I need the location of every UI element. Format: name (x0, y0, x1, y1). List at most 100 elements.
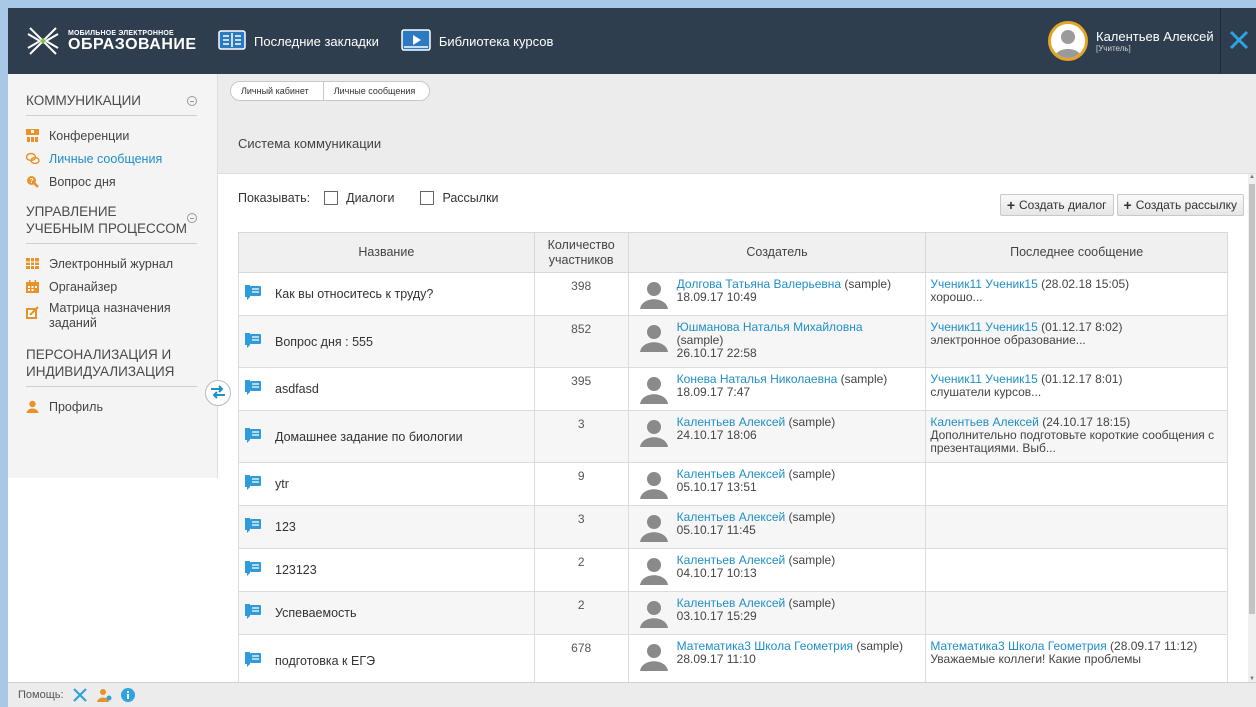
table-row[interactable]: Как вы относитесь к труду? 398 Долгова Т… (238, 272, 1228, 316)
mailings-checkbox-label[interactable]: Рассылки (442, 191, 498, 205)
creator-link[interactable]: Калентьев Алексей (677, 415, 786, 429)
last-message-text: слушатели курсов... (930, 385, 1042, 399)
conversation-name[interactable]: ytr (275, 477, 289, 491)
table-row[interactable]: Вопрос дня : 555 852 Юшманова Наталья Ми… (238, 315, 1228, 368)
dialogs-checkbox-label[interactable]: Диалоги (346, 191, 394, 205)
nav-bookmarks-label: Последние закладки (254, 33, 379, 49)
last-message-date: (24.10.17 18:15) (1038, 415, 1131, 429)
question-icon: ? (26, 175, 39, 188)
conversation-name[interactable]: Как вы относитесь к труду? (275, 287, 433, 301)
info-icon[interactable] (120, 687, 136, 703)
mailings-checkbox[interactable] (420, 191, 435, 205)
conversation-name[interactable]: 123123 (275, 563, 317, 577)
table-row[interactable]: 123 3 Калентьев Алексей (sample) 05.10.17… (238, 505, 1228, 549)
column-header-last-message[interactable]: Последнее сообщение (925, 232, 1228, 273)
conversation-name[interactable]: подготовка к ЕГЭ (275, 654, 375, 668)
sidebar-item-assignment-matrix[interactable]: Матрица назначения заданий (8, 298, 217, 336)
sidebar-item-label: Личные сообщения (49, 151, 163, 166)
creator-suffix: (sample) (785, 510, 836, 524)
sidebar-item-organizer[interactable]: Органайзер (8, 275, 217, 298)
participant-count: 398 (571, 279, 592, 293)
creator-link[interactable]: Долгова Татьяна Валерьевна (677, 277, 841, 291)
nav-course-library[interactable]: Библиотека курсов (401, 28, 553, 54)
breadcrumb-item-messages[interactable]: Личные сообщения (322, 81, 431, 101)
conversation-name[interactable]: Успеваемость (275, 606, 357, 620)
message-icon (245, 651, 261, 670)
column-header-creator[interactable]: Создатель (627, 232, 927, 273)
creator-link[interactable]: Математика3 Школа Геометрия (677, 639, 853, 653)
creator-suffix: (sample) (785, 415, 836, 429)
table-row[interactable]: 123123 2 Калентьев Алексей (sample) 04.10… (238, 548, 1228, 592)
created-date: 05.10.17 13:51 (676, 480, 757, 494)
participant-count: 678 (571, 641, 592, 655)
scrollbar-thumb[interactable] (1249, 184, 1255, 614)
plus-icon: + (1123, 197, 1132, 213)
close-button[interactable] (1220, 8, 1256, 74)
sidebar-item-messages[interactable]: Личные сообщения (8, 147, 217, 170)
sidebar-section-learning[interactable]: УПРАВЛЕНИЕ УЧЕБНЫМ ПРОЦЕССОМ (8, 203, 207, 237)
last-message-author[interactable]: Ученик11 Ученик15 (930, 277, 1037, 291)
creator-link[interactable]: Калентьев Алексей (677, 596, 786, 610)
sidebar-section-personalization[interactable]: ПЕРСОНАЛИЗАЦИЯ И ИНДИВИДУАЛИЗАЦИЯ (8, 346, 207, 380)
filters: Показывать: Диалоги Рассылки (238, 191, 499, 205)
conversation-name[interactable]: 123 (275, 520, 296, 534)
creator-link[interactable]: Калентьев Алексей (677, 467, 786, 481)
sidebar-item-profile[interactable]: Профиль (8, 395, 217, 418)
last-message-text: Уважаемые коллеги! Какие проблемы (930, 652, 1142, 666)
creator-link[interactable]: Калентьев Алексей (677, 553, 786, 567)
collapse-icon[interactable] (187, 213, 197, 223)
creator-link[interactable]: Конева Наталья Николаевна (677, 372, 838, 386)
column-header-name[interactable]: Название (238, 232, 535, 273)
breadcrumb: Личный кабинет Личные сообщения (230, 81, 431, 101)
table-row[interactable]: Домашнее задание по биологии 3 Калентьев… (238, 410, 1228, 463)
user-name: Калентьев Алексей (1096, 29, 1214, 44)
message-icon (245, 475, 261, 493)
table-row[interactable]: ytr 9 Калентьев Алексей (sample) 05.10.17… (238, 462, 1228, 506)
last-message-author[interactable]: Математика3 Школа Геометрия (930, 639, 1106, 653)
participant-count: 9 (577, 469, 585, 483)
create-dialog-label: Создать диалог (1019, 198, 1107, 212)
create-mailing-button[interactable]: + Создать рассылку (1116, 194, 1244, 216)
collapse-icon[interactable] (187, 96, 197, 106)
breadcrumb-item-cabinet[interactable]: Личный кабинет (230, 81, 324, 101)
message-icon (245, 604, 261, 622)
nav-bookmarks[interactable]: Последние закладки (218, 29, 379, 53)
journal-icon (26, 257, 39, 270)
scrollbar[interactable]: ▲ ▼ (1248, 174, 1256, 682)
breadcrumb-bar: Личный кабинет Личные сообщения Система … (218, 74, 1256, 174)
user-menu[interactable]: Калентьев Алексей [Учитель] (1048, 8, 1216, 74)
sidebar: КОММУНИКАЦИИ Конференции Личные сообщени… (8, 74, 218, 478)
creator-link[interactable]: Юшманова Наталья Михайловна (677, 320, 863, 334)
table-row[interactable]: подготовка к ЕГЭ 678 Математика3 Школа Г… (238, 634, 1228, 682)
logo[interactable]: МОБИЛЬНОЕ ЭЛЕКТРОННОЕ ОБРАЗОВАНИЕ (8, 8, 218, 74)
sidebar-item-conferences[interactable]: Конференции (8, 124, 217, 147)
sidebar-item-journal[interactable]: Электронный журнал (8, 252, 217, 275)
participant-count: 395 (571, 374, 592, 388)
created-date: 28.09.17 11:10 (676, 652, 756, 666)
scroll-up-icon[interactable]: ▲ (1249, 174, 1255, 180)
participant-count: 852 (571, 322, 592, 336)
conversation-name[interactable]: Домашнее задание по биологии (275, 430, 463, 444)
course-library-icon (401, 28, 431, 54)
dialogs-checkbox[interactable] (324, 191, 339, 205)
close-icon (1229, 30, 1249, 53)
logo-big-text: ОБРАЗОВАНИЕ (68, 35, 197, 53)
sidebar-item-question[interactable]: ? Вопрос дня (8, 170, 217, 193)
conversation-name[interactable]: asdfasd (275, 382, 319, 396)
help-label: Помощь: (18, 689, 64, 701)
table-row[interactable]: asdfasd 395 Конева Наталья Николаевна (s… (238, 367, 1228, 411)
column-header-count[interactable]: Количество участников (533, 232, 629, 273)
last-message-author[interactable]: Ученик11 Ученик15 (930, 320, 1037, 334)
conversation-name[interactable]: Вопрос дня : 555 (275, 335, 373, 349)
last-message-author[interactable]: Калентьев Алексей (930, 415, 1039, 429)
create-dialog-button[interactable]: + Создать диалог (999, 194, 1114, 216)
creator-avatar (639, 376, 669, 404)
last-message-author[interactable]: Ученик11 Ученик15 (930, 372, 1037, 386)
message-icon (245, 380, 261, 398)
tools-icon[interactable] (72, 687, 88, 703)
creator-link[interactable]: Калентьев Алексей (677, 510, 786, 524)
table-row[interactable]: Успеваемость 2 Калентьев Алексей (sample… (238, 591, 1228, 635)
support-user-icon[interactable] (96, 687, 112, 703)
sidebar-section-communications[interactable]: КОММУНИКАЦИИ (8, 92, 207, 109)
sidebar-toggle-button[interactable] (205, 380, 231, 406)
